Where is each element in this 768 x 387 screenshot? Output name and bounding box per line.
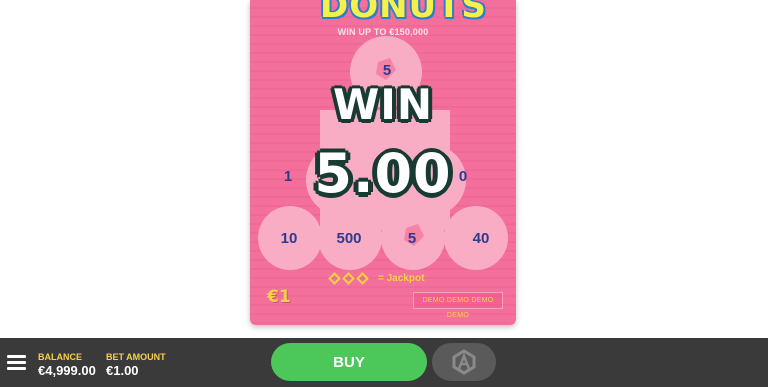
grid-cell-bottom-3: 5: [407, 230, 417, 247]
grid-cell-bottom-1: 10: [280, 230, 298, 247]
grid-cell-bottom-4: 40: [472, 230, 490, 247]
jackpot-diamond-icon: [342, 272, 355, 285]
jackpot-legend: = Jackpot: [328, 272, 425, 285]
win-amount: 5.00: [314, 142, 452, 205]
autoplay-icon: [452, 349, 476, 375]
autoplay-button[interactable]: [432, 343, 496, 381]
balance-label: BALANCE: [38, 352, 82, 362]
jackpot-diamond-icon: [328, 272, 341, 285]
jackpot-label: = Jackpot: [378, 273, 425, 284]
win-title: WIN: [332, 80, 434, 129]
demo-stamp: DEMO DEMO DEMO DEMO: [413, 292, 503, 319]
grid-cell-top: 5: [382, 62, 392, 79]
scratch-card[interactable]: DONUTS WIN UP TO €150,000 5 1 0 10 500 5…: [250, 0, 516, 325]
bottom-bar: BALANCE €4,999.00 BET AMOUNT €1.00 BUY: [0, 338, 768, 387]
jackpot-diamond-icon: [356, 272, 369, 285]
bet-amount-label: BET AMOUNT: [106, 352, 166, 362]
balance-value: €4,999.00: [38, 363, 96, 378]
bet-amount-value[interactable]: €1.00: [106, 363, 139, 378]
grid-cell-bottom-2: 500: [336, 230, 362, 247]
menu-icon[interactable]: [7, 355, 26, 370]
ticket-price: €1: [267, 287, 291, 307]
buy-button[interactable]: BUY: [271, 343, 427, 381]
